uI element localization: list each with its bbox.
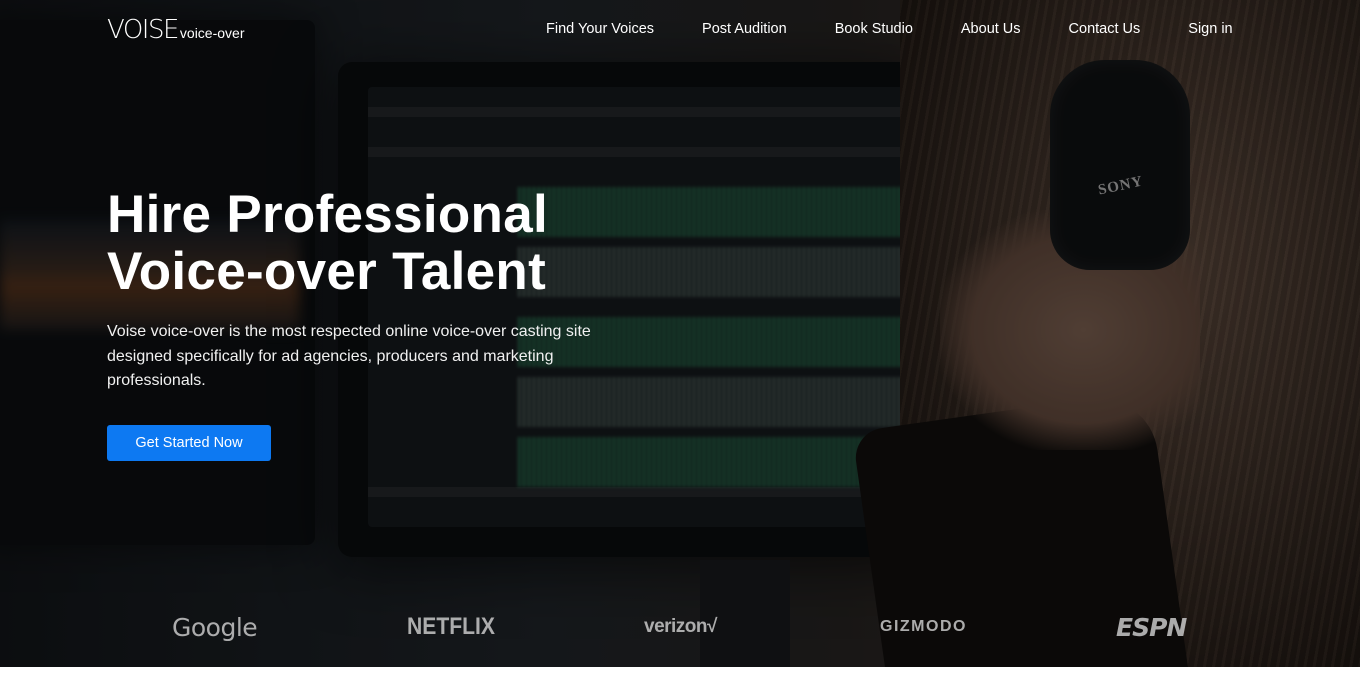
hero-headline: Hire Professional Voice-over Talent xyxy=(107,186,548,300)
nav-about-us[interactable]: About Us xyxy=(961,19,1021,39)
logo-tagline: voice-over xyxy=(179,25,245,41)
google-logo: Google xyxy=(172,612,258,642)
nav-contact-us[interactable]: Contact Us xyxy=(1069,19,1141,39)
logo-wordmark: VOISE xyxy=(107,15,179,45)
netflix-logo: NETFLIX xyxy=(407,613,495,640)
hero-headline-line1: Hire Professional xyxy=(107,185,549,244)
client-logos-strip: Google NETFLIX verizon√ GIZMODO ESPN xyxy=(0,605,1360,649)
espn-logo: ESPN xyxy=(1116,612,1187,642)
hero-description: Voise voice-over is the most respected o… xyxy=(107,323,591,389)
gizmodo-logo: GIZMODO xyxy=(880,618,967,635)
hero-headline-line2: Voice-over Talent xyxy=(107,242,547,301)
nav-book-studio[interactable]: Book Studio xyxy=(835,19,913,39)
nav-find-your-voices[interactable]: Find Your Voices xyxy=(546,19,654,39)
verizon-logo: verizon√ xyxy=(644,616,717,637)
main-nav: Find Your Voices Post Audition Book Stud… xyxy=(546,19,1233,39)
hero-section: SONY VOISE voice-over Find Your Voices P… xyxy=(0,0,1360,667)
nav-sign-in[interactable]: Sign in xyxy=(1188,19,1232,39)
site-logo[interactable]: VOISE voice-over xyxy=(107,15,245,45)
nav-post-audition[interactable]: Post Audition xyxy=(702,19,787,39)
get-started-button[interactable]: Get Started Now xyxy=(107,425,271,461)
